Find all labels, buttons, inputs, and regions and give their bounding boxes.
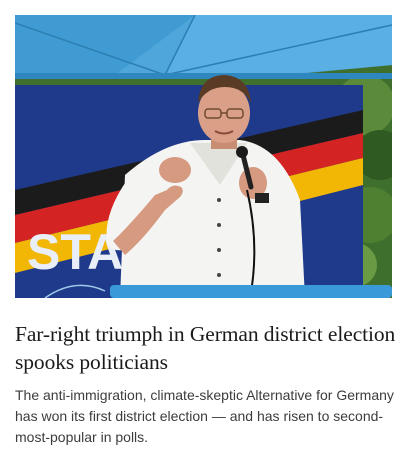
news-card: STA Far-right triumph in German district… [0,0,412,469]
article-summary: The anti-immigration, climate-skeptic Al… [15,387,394,445]
article-photo[interactable]: STA [15,15,392,298]
speaker-photo-illustration: STA [15,15,392,298]
article-headline[interactable]: Far-right triumph in German district ele… [15,320,397,376]
podium-table [110,285,392,298]
raised-hand [159,157,191,183]
